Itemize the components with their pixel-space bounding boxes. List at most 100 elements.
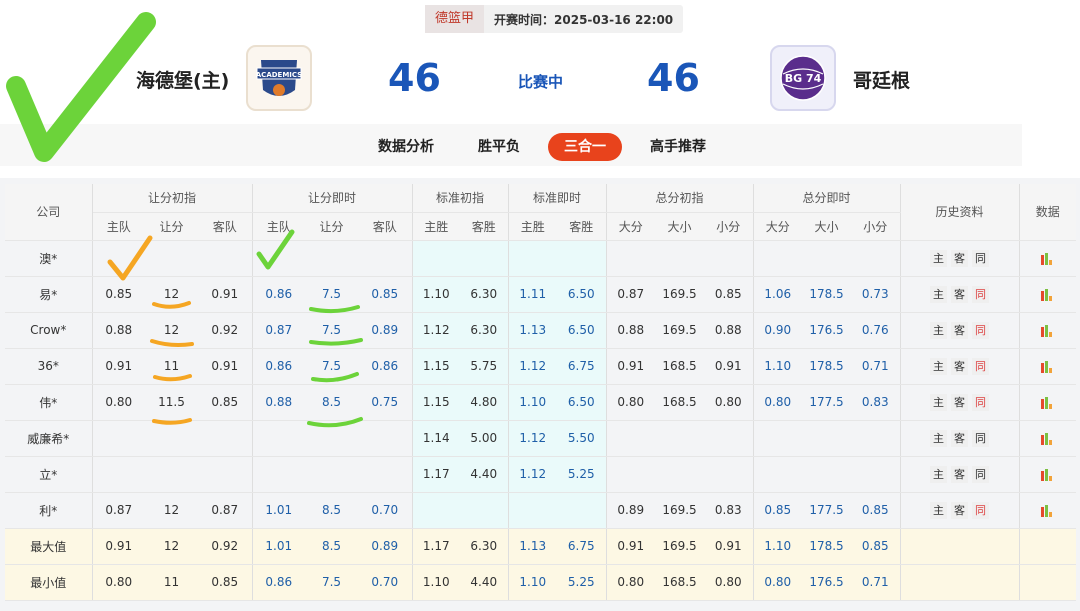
history-same-button[interactable]: 同 xyxy=(972,249,989,267)
history-away-button[interactable]: 客 xyxy=(951,465,968,483)
header-total-initial: 总分初指 xyxy=(606,184,754,213)
summary-row: 最小值 0.80 11 0.85 0.86 7.5 0.70 1.10 4.40 1.10 5.25… xyxy=(5,564,1076,601)
table-row[interactable]: 易* 0.85 12 0.91 0.86 7.5 0.85 1.10 6.30 1.11 6.50 0… xyxy=(5,276,1076,313)
history-home-button[interactable]: 主 xyxy=(930,357,947,375)
company-name: 立* xyxy=(5,456,93,493)
odds-cell: 0.85 xyxy=(92,276,145,313)
odds-cell: 0.92 xyxy=(198,528,253,565)
away-score: 46 xyxy=(647,56,700,100)
history-same-button[interactable]: 同 xyxy=(972,321,989,339)
header-history: 历史资料 xyxy=(900,184,1020,241)
odds-cell: 7.5 xyxy=(305,312,358,349)
table-row[interactable]: 伟* 0.80 11.5 0.85 0.88 8.5 0.75 1.15 4.80 1.10 6.5… xyxy=(5,384,1076,421)
odds-cell: 6.75 xyxy=(557,528,607,565)
match-time: 开赛时间：2025-03-16 22:00 xyxy=(494,12,674,27)
odds-cell: 0.91 xyxy=(92,348,145,385)
odds-cell: 1.06 xyxy=(753,276,802,313)
bar-chart-icon[interactable] xyxy=(1040,252,1055,265)
odds-cell: 6.30 xyxy=(460,276,509,313)
away-team-name[interactable]: 哥廷根 xyxy=(853,66,910,93)
odds-cell xyxy=(851,240,901,277)
history-home-button[interactable]: 主 xyxy=(930,429,947,447)
bar-chart-icon[interactable] xyxy=(1040,324,1055,337)
odds-cell xyxy=(358,420,413,457)
league-bar: 德篮甲 开赛时间：2025-03-16 22:00 xyxy=(425,5,684,33)
history-away-button[interactable]: 客 xyxy=(951,249,968,267)
odds-cell xyxy=(252,456,305,493)
history-home-button[interactable]: 主 xyxy=(930,321,947,339)
odds-cell: 0.91 xyxy=(606,528,655,565)
history-home-button[interactable]: 主 xyxy=(930,465,947,483)
odds-cell xyxy=(802,456,851,493)
history-away-button[interactable]: 客 xyxy=(951,501,968,519)
history-home-button[interactable]: 主 xyxy=(930,501,947,519)
history-same-button[interactable]: 同 xyxy=(972,285,989,303)
home-team-logo[interactable]: ACADEMICS xyxy=(246,45,312,111)
odds-cell: 177.5 xyxy=(802,492,851,529)
away-logo-text: BG 74 xyxy=(785,72,822,85)
tab-expert-picks[interactable]: 高手推荐 xyxy=(650,133,706,161)
history-same-button[interactable]: 同 xyxy=(972,429,989,447)
league-tag[interactable]: 德篮甲 xyxy=(425,5,485,33)
odds-cell xyxy=(802,420,851,457)
table-row[interactable]: 36* 0.91 11 0.91 0.86 7.5 0.86 1.15 5.75 1.12 6.75… xyxy=(5,348,1076,385)
home-team-name[interactable]: 海德堡(主) xyxy=(136,66,229,93)
history-away-button[interactable]: 客 xyxy=(951,321,968,339)
header-data: 数据 xyxy=(1019,184,1076,241)
table-row[interactable]: 立* 1.17 4.40 1.12 5.25 主客同 xyxy=(5,456,1076,493)
odds-cell: 11 xyxy=(145,564,198,601)
odds-cell: 0.80 xyxy=(753,384,802,421)
history-home-button[interactable]: 主 xyxy=(930,285,947,303)
history-same-button[interactable]: 同 xyxy=(972,465,989,483)
history-cell: 主客同 xyxy=(900,348,1020,385)
odds-cell: 5.00 xyxy=(460,420,509,457)
bar-chart-icon[interactable] xyxy=(1040,360,1055,373)
bar-chart-icon[interactable] xyxy=(1040,504,1055,517)
odds-cell: 1.17 xyxy=(412,528,460,565)
tab-three-in-one[interactable]: 三合一 xyxy=(548,133,622,161)
odds-cell: 4.40 xyxy=(460,456,509,493)
away-team-logo[interactable]: BG 74 xyxy=(770,45,836,111)
odds-cell: 169.5 xyxy=(655,492,704,529)
tab-data-analysis[interactable]: 数据分析 xyxy=(378,133,434,161)
odds-cell: 1.12 xyxy=(508,420,557,457)
subheader: 大小 xyxy=(802,212,851,241)
history-away-button[interactable]: 客 xyxy=(951,393,968,411)
history-cell: 主客同 xyxy=(900,276,1020,313)
odds-cell: 8.5 xyxy=(305,492,358,529)
bar-chart-icon[interactable] xyxy=(1040,396,1055,409)
history-away-button[interactable]: 客 xyxy=(951,285,968,303)
bar-chart-icon[interactable] xyxy=(1040,288,1055,301)
tab-win-draw-loss[interactable]: 胜平负 xyxy=(478,133,520,161)
home-score: 46 xyxy=(388,56,441,100)
odds-cell: 1.10 xyxy=(753,348,802,385)
odds-cell xyxy=(252,420,305,457)
history-same-button[interactable]: 同 xyxy=(972,357,989,375)
history-away-button[interactable]: 客 xyxy=(951,357,968,375)
odds-cell: 0.80 xyxy=(92,384,145,421)
odds-cell: 0.70 xyxy=(358,564,413,601)
odds-cell: 0.88 xyxy=(704,312,754,349)
subheader: 小分 xyxy=(704,212,754,241)
bar-chart-icon[interactable] xyxy=(1040,432,1055,445)
bar-chart-icon[interactable] xyxy=(1040,468,1055,481)
odds-cell: 0.88 xyxy=(252,384,305,421)
table-row[interactable]: 威廉希* 1.14 5.00 1.12 5.50 主客同 xyxy=(5,420,1076,457)
odds-cell xyxy=(655,240,704,277)
header-standard-live: 标准即时 xyxy=(508,184,607,213)
data-cell xyxy=(1019,492,1076,529)
table-row[interactable]: 澳* 主客同 xyxy=(5,240,1076,277)
history-home-button[interactable]: 主 xyxy=(930,393,947,411)
odds-cell xyxy=(305,240,358,277)
subheader: 让分 xyxy=(145,212,198,241)
table-row[interactable]: Crow* 0.88 12 0.92 0.87 7.5 0.89 1.12 6.30 1.13 6.… xyxy=(5,312,1076,349)
odds-cell: 1.10 xyxy=(508,564,557,601)
history-same-button[interactable]: 同 xyxy=(972,501,989,519)
summary-label: 最大值 xyxy=(5,528,93,565)
history-away-button[interactable]: 客 xyxy=(951,429,968,447)
table-row[interactable]: 利* 0.87 12 0.87 1.01 8.5 0.70 0.89 169.5 0.83 0.85… xyxy=(5,492,1076,529)
history-home-button[interactable]: 主 xyxy=(930,249,947,267)
history-same-button[interactable]: 同 xyxy=(972,393,989,411)
company-name: Crow* xyxy=(5,312,93,349)
odds-cell: 1.17 xyxy=(412,456,460,493)
